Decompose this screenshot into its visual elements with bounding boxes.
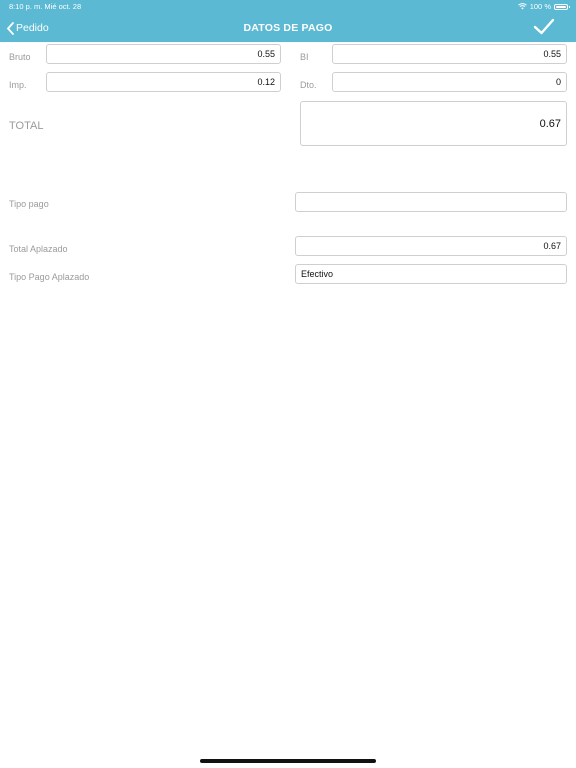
bi-label: BI — [300, 52, 309, 62]
status-time: 8:10 p. m. Mié oct. 28 — [9, 2, 82, 11]
checkmark-icon[interactable] — [533, 18, 555, 36]
bi-field[interactable]: 0.55 — [332, 44, 567, 64]
battery-icon — [554, 3, 570, 10]
page-title: DATOS DE PAGO — [243, 22, 333, 34]
status-right: 100 % — [517, 2, 570, 11]
home-indicator[interactable] — [200, 759, 376, 763]
dto-label: Dto. — [300, 80, 317, 90]
imp-field[interactable]: 0.12 — [46, 72, 281, 92]
bruto-field[interactable]: 0.55 — [46, 44, 281, 64]
dto-field[interactable]: 0 — [332, 72, 567, 92]
tipo-pago-aplazado-label: Tipo Pago Aplazado — [9, 272, 90, 282]
total-label: TOTAL — [9, 120, 44, 132]
bruto-label: Bruto — [9, 52, 31, 62]
wifi-icon — [517, 3, 527, 10]
battery-percentage: 100 % — [529, 2, 551, 11]
tipo-pago-label: Tipo pago — [9, 199, 49, 209]
total-field[interactable]: 0.67 — [300, 101, 567, 146]
navigation-header: 8:10 p. m. Mié oct. 28 100 % Pedido DATO… — [0, 0, 576, 42]
total-aplazado-field[interactable]: 0.67 — [295, 236, 567, 256]
imp-label: Imp. — [9, 80, 27, 90]
total-aplazado-label: Total Aplazado — [9, 244, 68, 254]
tipo-pago-field[interactable] — [295, 192, 567, 212]
tipo-pago-aplazado-field[interactable]: Efectivo — [295, 264, 567, 284]
